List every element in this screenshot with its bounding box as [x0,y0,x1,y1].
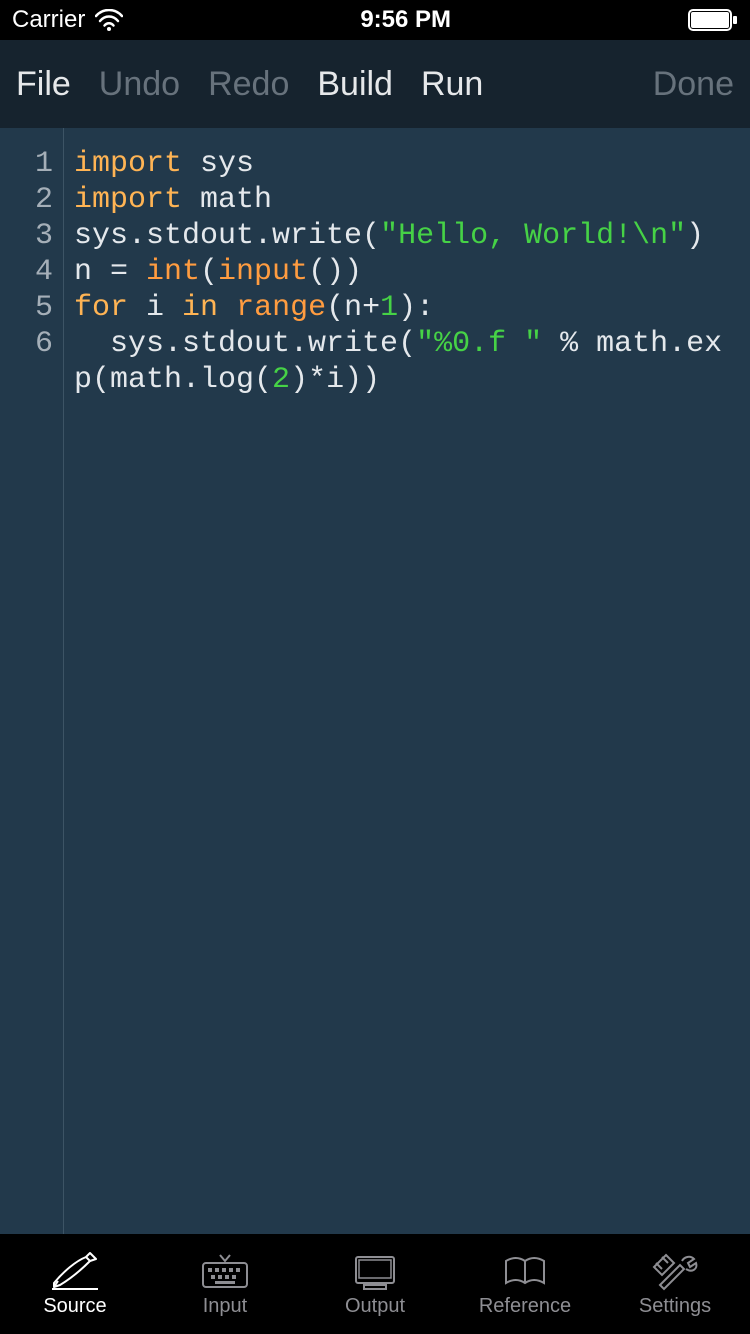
line-number: 2 [0,182,53,218]
tab-reference[interactable]: Reference [450,1251,600,1318]
code-line: import sys [74,147,254,181]
tab-input[interactable]: Input [150,1251,300,1318]
monitor-icon [350,1251,400,1291]
code-line: sys.stdout.write("%0.f " % math.exp(math… [74,327,722,397]
tab-source[interactable]: Source [0,1251,150,1318]
line-number: 1 [0,146,53,182]
tools-icon [650,1251,700,1291]
keyboard-icon [200,1251,250,1291]
tab-label: Output [345,1295,405,1318]
run-button[interactable]: Run [421,65,483,104]
build-button[interactable]: Build [317,65,393,104]
file-menu[interactable]: File [16,65,71,104]
line-number: 5 [0,290,53,326]
code-line: sys.stdout.write("Hello, World!\n") [74,219,704,253]
code-line: import math [74,183,272,217]
done-button[interactable]: Done [653,65,734,104]
status-time: 9:56 PM [360,6,451,34]
status-bar: Carrier 9:56 PM [0,0,750,40]
tab-label: Reference [479,1295,571,1318]
code-editor[interactable]: 1 2 3 4 5 6 import sys import math sys.s… [0,128,750,1234]
tab-label: Settings [639,1295,711,1318]
code-line: for i in range(n+1): [74,291,434,325]
wifi-icon [95,9,123,31]
status-right [688,9,738,31]
redo-button[interactable]: Redo [208,65,289,104]
code-area[interactable]: import sys import math sys.stdout.write(… [64,128,750,1234]
line-number: 3 [0,218,53,254]
tab-label: Input [203,1295,247,1318]
line-number: 4 [0,254,53,290]
tab-label: Source [43,1295,106,1318]
line-number-gutter: 1 2 3 4 5 6 [0,128,64,1234]
carrier-label: Carrier [12,6,85,34]
status-left: Carrier [12,6,123,34]
toolbar: File Undo Redo Build Run Done [0,40,750,128]
code-line: n = int(input()) [74,255,362,289]
book-icon [500,1251,550,1291]
pen-icon [50,1251,100,1291]
undo-button[interactable]: Undo [99,65,180,104]
tab-bar: Source Input Output [0,1234,750,1334]
tab-output[interactable]: Output [300,1251,450,1318]
tab-settings[interactable]: Settings [600,1251,750,1318]
battery-icon [688,9,738,31]
line-number: 6 [0,326,53,362]
